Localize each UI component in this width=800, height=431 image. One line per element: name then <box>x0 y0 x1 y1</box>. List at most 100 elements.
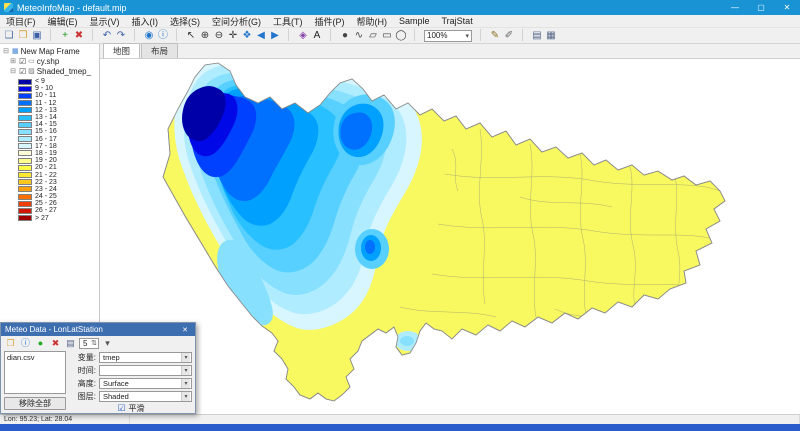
zoom-out-icon[interactable]: ⊖ <box>212 29 226 43</box>
dropdown-arrow-icon: ▾ <box>181 379 190 388</box>
minimize-button[interactable]: — <box>722 0 748 15</box>
size-spinner[interactable]: 5 ⇅ <box>79 338 99 349</box>
full-extent-icon[interactable]: ❖ <box>240 29 254 43</box>
menu-item[interactable]: 空间分析(G) <box>206 15 267 28</box>
close-button[interactable]: ✕ <box>774 0 800 15</box>
tree-expander-icon[interactable]: ⊞ <box>9 57 17 65</box>
layers-icon[interactable]: ▤ <box>530 29 544 43</box>
edit-graphic-icon[interactable]: ✎ <box>488 29 502 43</box>
prev-extent-icon[interactable]: ◀ <box>254 29 268 43</box>
legend-item: 20 - 21 <box>18 164 99 171</box>
edit-vertices-icon[interactable]: ✐ <box>502 29 516 43</box>
tree-expander-icon[interactable]: ⊟ <box>9 67 17 75</box>
add-layer-icon[interactable]: + <box>58 29 72 43</box>
undo-icon[interactable]: ↶ <box>100 29 114 43</box>
toolbar-separator: │ <box>128 29 142 43</box>
layer-visibility-checkbox[interactable]: ☑ <box>19 67 26 76</box>
next-extent-icon[interactable]: ▶ <box>268 29 282 43</box>
toolbar-separator: │ <box>170 29 184 43</box>
remove-all-button[interactable]: 移除全部 <box>4 397 66 410</box>
file-list-item[interactable]: dian.csv <box>7 353 63 362</box>
draw-layer-icon[interactable]: ● <box>34 337 47 349</box>
field-select[interactable]: tmep ▾ <box>99 352 192 363</box>
station-file-list[interactable]: dian.csv <box>4 351 66 394</box>
zoom-level-select[interactable]: 100% ▾ <box>424 30 472 42</box>
tree-expander-icon[interactable]: ⊟ <box>2 47 10 55</box>
field-value: Shaded <box>103 392 129 401</box>
menu-item[interactable]: 工具(T) <box>267 15 309 28</box>
zoom-level-value: 100% <box>427 31 447 40</box>
draw-polygon-icon[interactable]: ▱ <box>366 29 380 43</box>
layer-tree-item[interactable]: ⊟ ☑ ▨ Shaded_tmep_ <box>9 66 99 76</box>
tab-map[interactable]: 地图 <box>103 43 140 58</box>
field-select[interactable]: Surface ▾ <box>99 378 192 389</box>
dialog-settings-icon[interactable]: ▤ <box>64 337 77 349</box>
menu-item[interactable]: 插入(I) <box>126 15 165 28</box>
menu-item[interactable]: 编辑(E) <box>42 15 84 28</box>
menu-item[interactable]: 帮助(H) <box>351 15 394 28</box>
menu-item[interactable]: 显示(V) <box>84 15 126 28</box>
menu-item[interactable]: 选择(S) <box>164 15 206 28</box>
legend-swatch <box>18 93 32 99</box>
globe-icon[interactable]: ◉ <box>142 29 156 43</box>
legend-swatch <box>18 107 32 113</box>
redo-icon[interactable]: ↷ <box>114 29 128 43</box>
legend-label: 19 - 20 <box>35 157 57 164</box>
draw-polyline-icon[interactable]: ∿ <box>352 29 366 43</box>
attribute-table-icon[interactable]: ▦ <box>544 29 558 43</box>
legend-label: 24 - 25 <box>35 193 57 200</box>
dialog-close-button[interactable]: ✕ <box>179 326 191 334</box>
open-station-data-icon[interactable]: ❒ <box>4 337 17 349</box>
toolbar-separator: │ <box>408 29 422 43</box>
form-row: 高度: Surface ▾ <box>70 377 192 389</box>
field-select[interactable]: ▾ <box>99 365 192 376</box>
menu-item[interactable]: 插件(P) <box>309 15 351 28</box>
field-select[interactable]: Shaded ▾ <box>99 391 192 402</box>
field-value: Surface <box>103 379 129 388</box>
toolbar-separator: │ <box>474 29 488 43</box>
legend-item: 12 - 13 <box>18 107 99 114</box>
select-arrow-icon[interactable]: ↖ <box>184 29 198 43</box>
zoom-in-icon[interactable]: ⊕ <box>198 29 212 43</box>
spinner-arrows-icon[interactable]: ⇅ <box>91 339 97 347</box>
legend-dropdown-icon[interactable]: ▾ <box>101 337 114 349</box>
toolbar-separator: │ <box>44 29 58 43</box>
pan-icon[interactable]: ✛ <box>226 29 240 43</box>
form-row: 时间: ▾ <box>70 364 192 376</box>
legend-label: > 27 <box>35 215 49 222</box>
menu-item[interactable]: Sample <box>393 16 436 26</box>
smooth-checkbox[interactable]: ☑ <box>117 403 125 414</box>
data-info-icon[interactable]: ⓘ <box>19 337 32 349</box>
map-canvas[interactable] <box>100 59 800 414</box>
layer-tree-item[interactable]: ⊞ ☑ ▭ cy.shp <box>9 56 99 66</box>
layer-tree: ⊞ ☑ ▭ cy.shp ⊟ ☑ ▨ Shaded_tmep_ <box>2 56 99 76</box>
text-label-icon[interactable]: A <box>310 29 324 43</box>
identify-icon[interactable]: ◈ <box>296 29 310 43</box>
clear-data-icon[interactable]: ✖ <box>49 337 62 349</box>
app-logo-icon <box>4 3 13 12</box>
tree-item-map-frame[interactable]: ⊟ ▦ New Map Frame <box>2 46 99 56</box>
new-project-icon[interactable]: ❏ <box>2 29 16 43</box>
menu-item[interactable]: TrajStat <box>436 16 479 26</box>
form-row: 变量: tmep ▾ <box>70 351 192 363</box>
tab-layout[interactable]: 布局 <box>141 43 178 58</box>
meteo-data-dialog: Meteo Data - LonLatStation ✕ ❒ ⓘ ● ✖ ▤ 5… <box>0 322 196 414</box>
legend-item: 18 - 19 <box>18 150 99 157</box>
maximize-button[interactable]: ▢ <box>748 0 774 15</box>
layer-name-label: cy.shp <box>37 57 60 66</box>
layer-visibility-checkbox[interactable]: ☑ <box>19 57 26 66</box>
save-project-icon[interactable]: ▣ <box>30 29 44 43</box>
draw-point-icon[interactable]: ● <box>338 29 352 43</box>
status-spacer <box>130 415 800 424</box>
attribute-info-icon[interactable]: ⓘ <box>156 29 170 43</box>
taskbar <box>0 424 800 431</box>
menu-item[interactable]: 项目(F) <box>0 15 42 28</box>
legend-swatch <box>18 136 32 142</box>
open-project-icon[interactable]: ❒ <box>16 29 30 43</box>
legend-item: 13 - 14 <box>18 114 99 121</box>
remove-layer-icon[interactable]: ✖ <box>72 29 86 43</box>
draw-ellipse-icon[interactable]: ◯ <box>394 29 408 43</box>
draw-rectangle-icon[interactable]: ▭ <box>380 29 394 43</box>
legend-item: 23 - 24 <box>18 186 99 193</box>
toolbar-right-group: │ ✎ ✐ │ ▤ ▦ <box>474 29 558 43</box>
